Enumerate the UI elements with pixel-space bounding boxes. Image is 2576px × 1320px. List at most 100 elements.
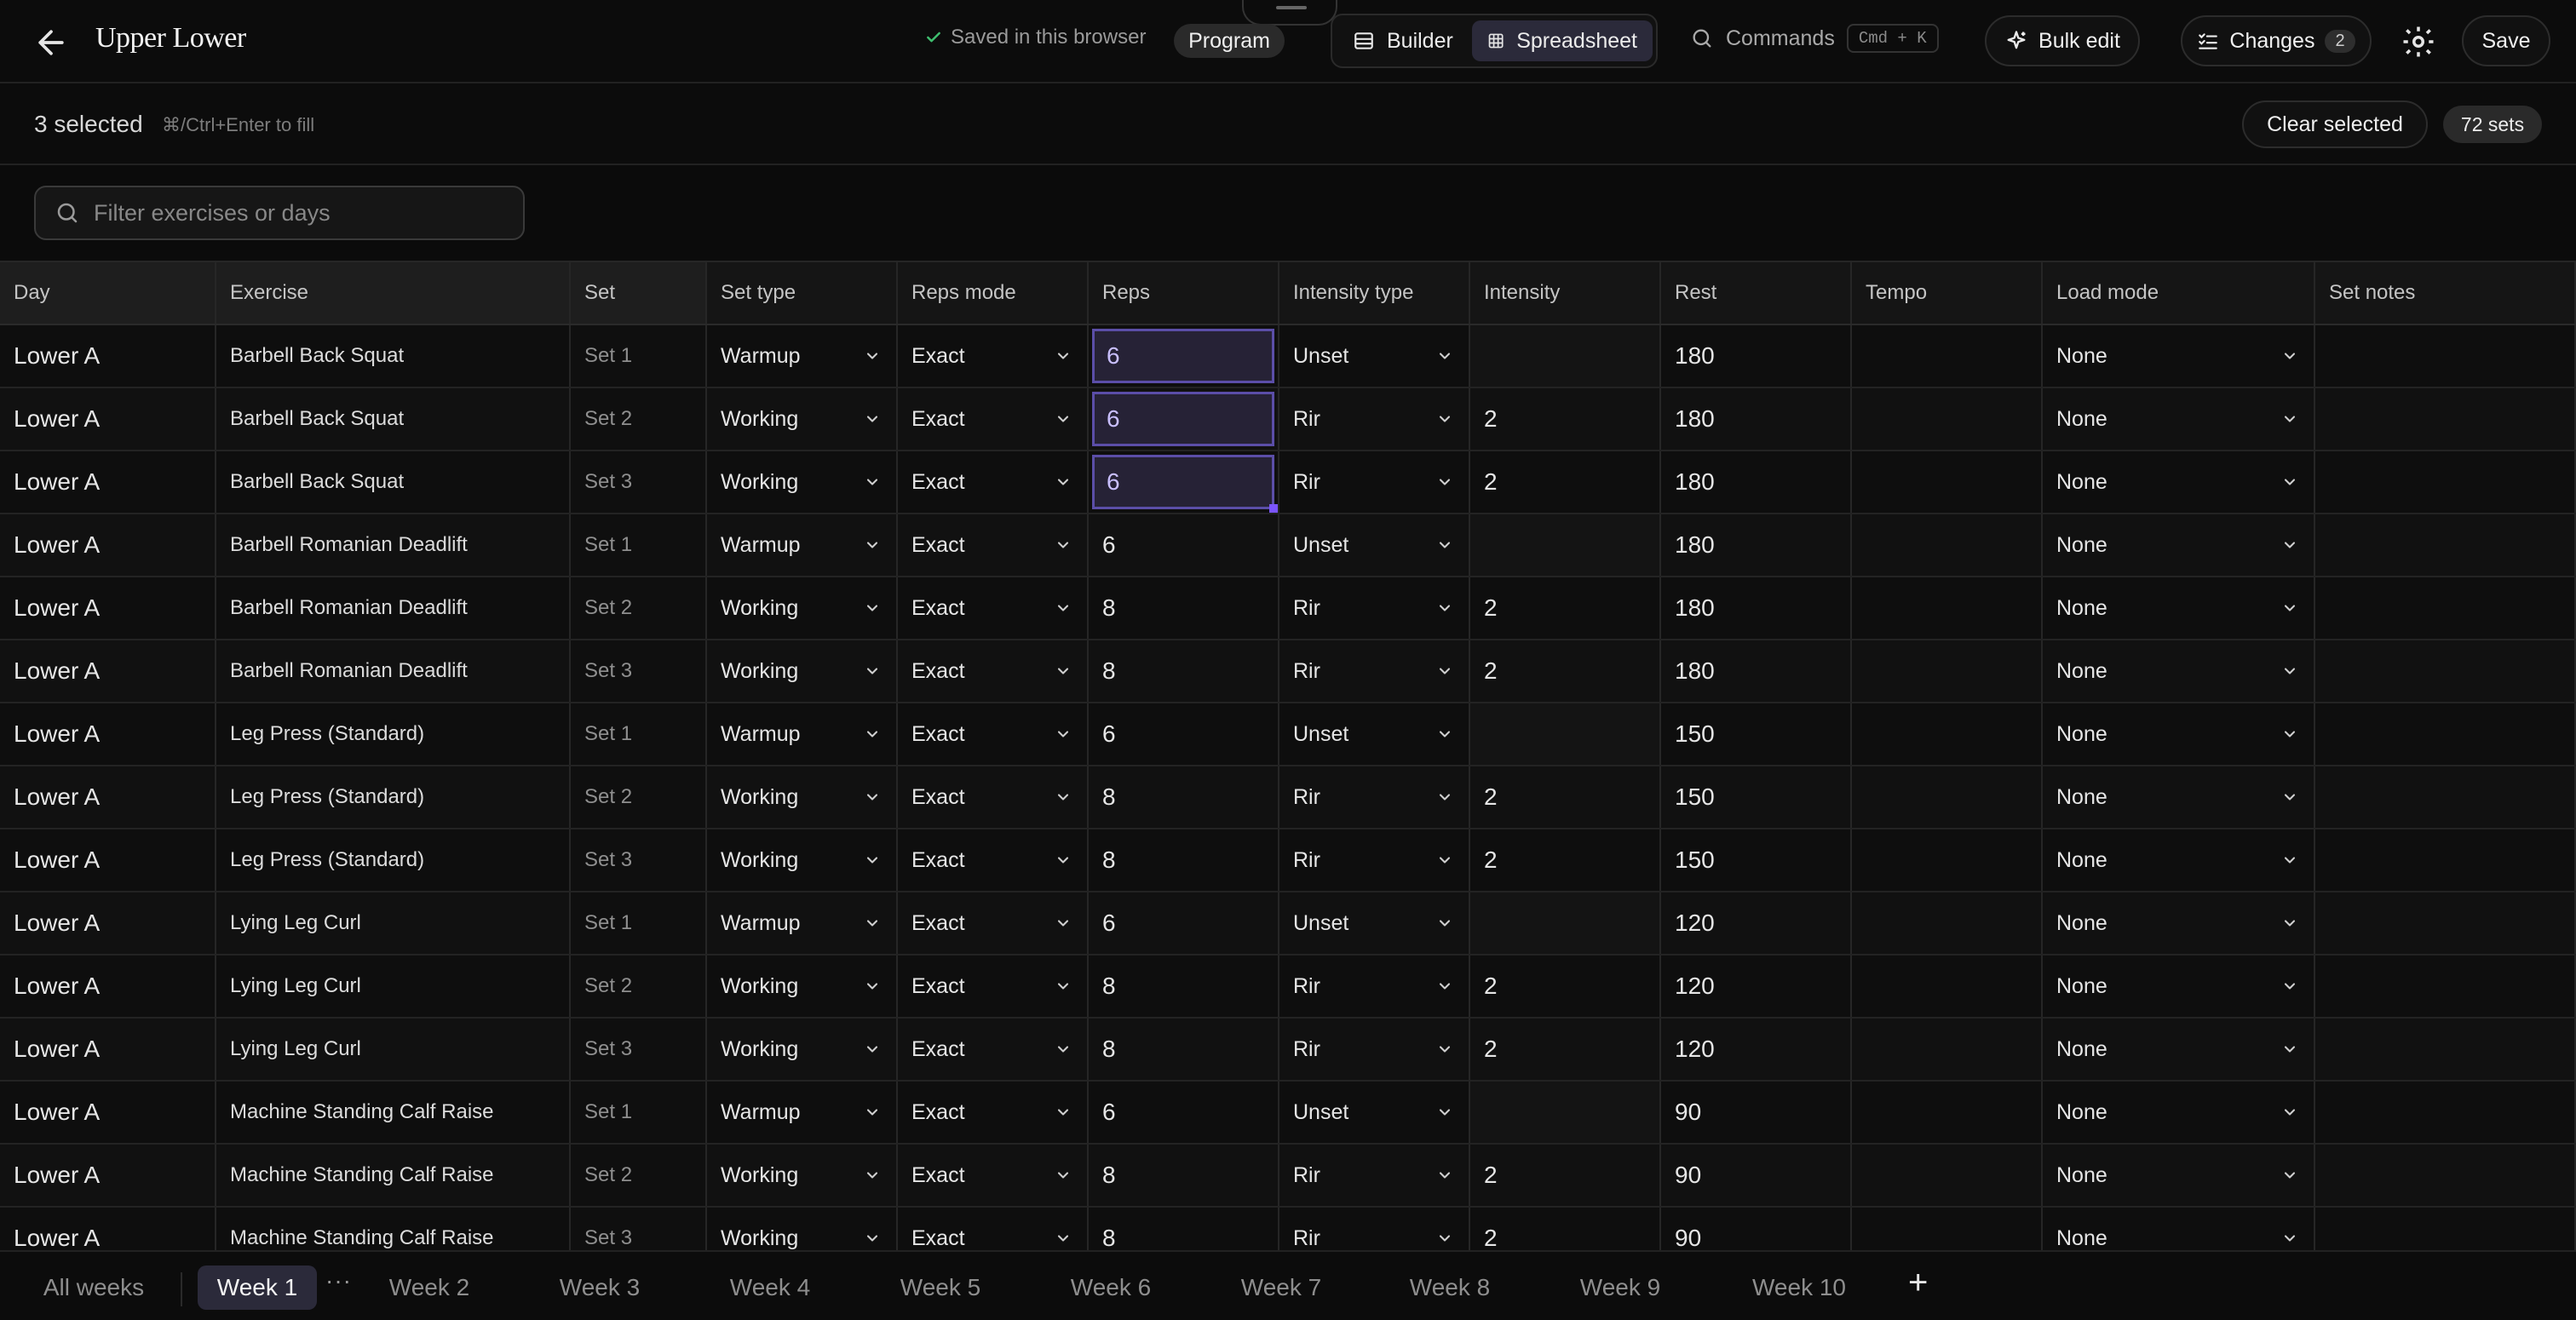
reps-cell[interactable]: 8 bbox=[1089, 956, 1279, 1017]
set-cell[interactable]: Set 3 bbox=[571, 1019, 707, 1080]
set-notes-cell[interactable] bbox=[2315, 640, 2576, 702]
exercise-cell[interactable]: Lying Leg Curl bbox=[216, 956, 571, 1017]
reps-cell[interactable]: 6 bbox=[1089, 451, 1279, 513]
reps-mode-cell[interactable]: Exact bbox=[898, 514, 1089, 576]
set-type-cell[interactable]: Working bbox=[707, 956, 898, 1017]
reps-cell[interactable]: 6 bbox=[1089, 388, 1279, 450]
tempo-cell[interactable] bbox=[1852, 703, 2043, 765]
load-mode-cell[interactable]: None bbox=[2043, 829, 2315, 891]
tempo-cell[interactable] bbox=[1852, 829, 2043, 891]
reps-mode-cell[interactable]: Exact bbox=[898, 640, 1089, 702]
intensity-type-cell[interactable]: Rir bbox=[1279, 1145, 1470, 1206]
day-cell[interactable]: Lower A bbox=[0, 325, 216, 387]
changes-button[interactable]: Changes 2 bbox=[2181, 15, 2372, 66]
tempo-cell[interactable] bbox=[1852, 766, 2043, 828]
set-cell[interactable]: Set 2 bbox=[571, 956, 707, 1017]
rest-cell[interactable]: 150 bbox=[1661, 766, 1852, 828]
intensity-type-cell[interactable]: Rir bbox=[1279, 388, 1470, 450]
selected-reps-value[interactable]: 6 bbox=[1092, 329, 1274, 383]
reps-mode-cell[interactable]: Exact bbox=[898, 892, 1089, 954]
set-notes-cell[interactable] bbox=[2315, 1082, 2576, 1143]
reps-cell[interactable]: 8 bbox=[1089, 640, 1279, 702]
intensity-cell[interactable] bbox=[1470, 703, 1661, 765]
builder-view-button[interactable]: Builder bbox=[1337, 20, 1477, 61]
rest-cell[interactable]: 180 bbox=[1661, 451, 1852, 513]
intensity-type-cell[interactable]: Unset bbox=[1279, 1082, 1470, 1143]
spreadsheet-view-button[interactable]: Spreadsheet bbox=[1472, 20, 1653, 61]
day-cell[interactable]: Lower A bbox=[0, 829, 216, 891]
load-mode-cell[interactable]: None bbox=[2043, 703, 2315, 765]
filter-field[interactable] bbox=[34, 186, 525, 240]
tempo-cell[interactable] bbox=[1852, 388, 2043, 450]
set-type-cell[interactable]: Working bbox=[707, 1145, 898, 1206]
set-cell[interactable]: Set 3 bbox=[571, 829, 707, 891]
day-cell[interactable]: Lower A bbox=[0, 1145, 216, 1206]
intensity-cell[interactable]: 2 bbox=[1470, 1019, 1661, 1080]
tab-week-4[interactable]: Week 4 bbox=[712, 1265, 828, 1310]
tempo-cell[interactable] bbox=[1852, 1145, 2043, 1206]
column-header-set-type[interactable]: Set type bbox=[707, 262, 898, 324]
intensity-cell[interactable]: 2 bbox=[1470, 956, 1661, 1017]
exercise-cell[interactable]: Lying Leg Curl bbox=[216, 892, 571, 954]
intensity-cell[interactable] bbox=[1470, 514, 1661, 576]
reps-mode-cell[interactable]: Exact bbox=[898, 451, 1089, 513]
reps-cell[interactable]: 8 bbox=[1089, 1019, 1279, 1080]
filter-input[interactable] bbox=[94, 199, 503, 227]
reps-mode-cell[interactable]: Exact bbox=[898, 388, 1089, 450]
intensity-type-cell[interactable]: Rir bbox=[1279, 956, 1470, 1017]
load-mode-cell[interactable]: None bbox=[2043, 388, 2315, 450]
rest-cell[interactable]: 120 bbox=[1661, 956, 1852, 1017]
reps-mode-cell[interactable]: Exact bbox=[898, 577, 1089, 639]
clear-selected-button[interactable]: Clear selected bbox=[2242, 100, 2428, 148]
tempo-cell[interactable] bbox=[1852, 325, 2043, 387]
set-cell[interactable]: Set 1 bbox=[571, 1082, 707, 1143]
load-mode-cell[interactable]: None bbox=[2043, 640, 2315, 702]
day-cell[interactable]: Lower A bbox=[0, 1082, 216, 1143]
set-notes-cell[interactable] bbox=[2315, 514, 2576, 576]
intensity-cell[interactable]: 2 bbox=[1470, 577, 1661, 639]
intensity-type-cell[interactable]: Rir bbox=[1279, 766, 1470, 828]
set-notes-cell[interactable] bbox=[2315, 703, 2576, 765]
column-header-load-mode[interactable]: Load mode bbox=[2043, 262, 2315, 324]
exercise-cell[interactable]: Machine Standing Calf Raise bbox=[216, 1145, 571, 1206]
set-notes-cell[interactable] bbox=[2315, 1145, 2576, 1206]
load-mode-cell[interactable]: None bbox=[2043, 1208, 2315, 1250]
rest-cell[interactable]: 180 bbox=[1661, 514, 1852, 576]
rest-cell[interactable]: 90 bbox=[1661, 1082, 1852, 1143]
set-type-cell[interactable]: Working bbox=[707, 577, 898, 639]
intensity-cell[interactable]: 2 bbox=[1470, 388, 1661, 450]
day-cell[interactable]: Lower A bbox=[0, 1019, 216, 1080]
set-notes-cell[interactable] bbox=[2315, 892, 2576, 954]
reps-cell[interactable]: 6 bbox=[1089, 1082, 1279, 1143]
intensity-type-cell[interactable]: Unset bbox=[1279, 325, 1470, 387]
rest-cell[interactable]: 180 bbox=[1661, 640, 1852, 702]
intensity-type-cell[interactable]: Unset bbox=[1279, 703, 1470, 765]
tempo-cell[interactable] bbox=[1852, 956, 2043, 1017]
exercise-cell[interactable]: Barbell Romanian Deadlift bbox=[216, 514, 571, 576]
intensity-type-cell[interactable]: Unset bbox=[1279, 514, 1470, 576]
column-header-reps[interactable]: Reps bbox=[1089, 262, 1279, 324]
set-type-cell[interactable]: Working bbox=[707, 640, 898, 702]
reps-cell[interactable]: 6 bbox=[1089, 514, 1279, 576]
column-header-set-notes[interactable]: Set notes bbox=[2315, 262, 2576, 324]
day-cell[interactable]: Lower A bbox=[0, 892, 216, 954]
reps-mode-cell[interactable]: Exact bbox=[898, 703, 1089, 765]
rest-cell[interactable]: 120 bbox=[1661, 1019, 1852, 1080]
column-header-exercise[interactable]: Exercise bbox=[216, 262, 571, 324]
set-type-cell[interactable]: Warmup bbox=[707, 1082, 898, 1143]
rest-cell[interactable]: 120 bbox=[1661, 892, 1852, 954]
tab-week-8[interactable]: Week 8 bbox=[1392, 1265, 1508, 1310]
exercise-cell[interactable]: Barbell Back Squat bbox=[216, 451, 571, 513]
exercise-cell[interactable]: Leg Press (Standard) bbox=[216, 829, 571, 891]
reps-mode-cell[interactable]: Exact bbox=[898, 1019, 1089, 1080]
day-cell[interactable]: Lower A bbox=[0, 640, 216, 702]
load-mode-cell[interactable]: None bbox=[2043, 451, 2315, 513]
exercise-cell[interactable]: Barbell Back Squat bbox=[216, 388, 571, 450]
set-notes-cell[interactable] bbox=[2315, 766, 2576, 828]
tab-week-1[interactable]: Week 1 bbox=[198, 1265, 317, 1310]
day-cell[interactable]: Lower A bbox=[0, 1208, 216, 1250]
exercise-cell[interactable]: Barbell Romanian Deadlift bbox=[216, 577, 571, 639]
set-type-cell[interactable]: Working bbox=[707, 766, 898, 828]
save-button[interactable]: Save bbox=[2462, 15, 2550, 66]
set-cell[interactable]: Set 2 bbox=[571, 1145, 707, 1206]
